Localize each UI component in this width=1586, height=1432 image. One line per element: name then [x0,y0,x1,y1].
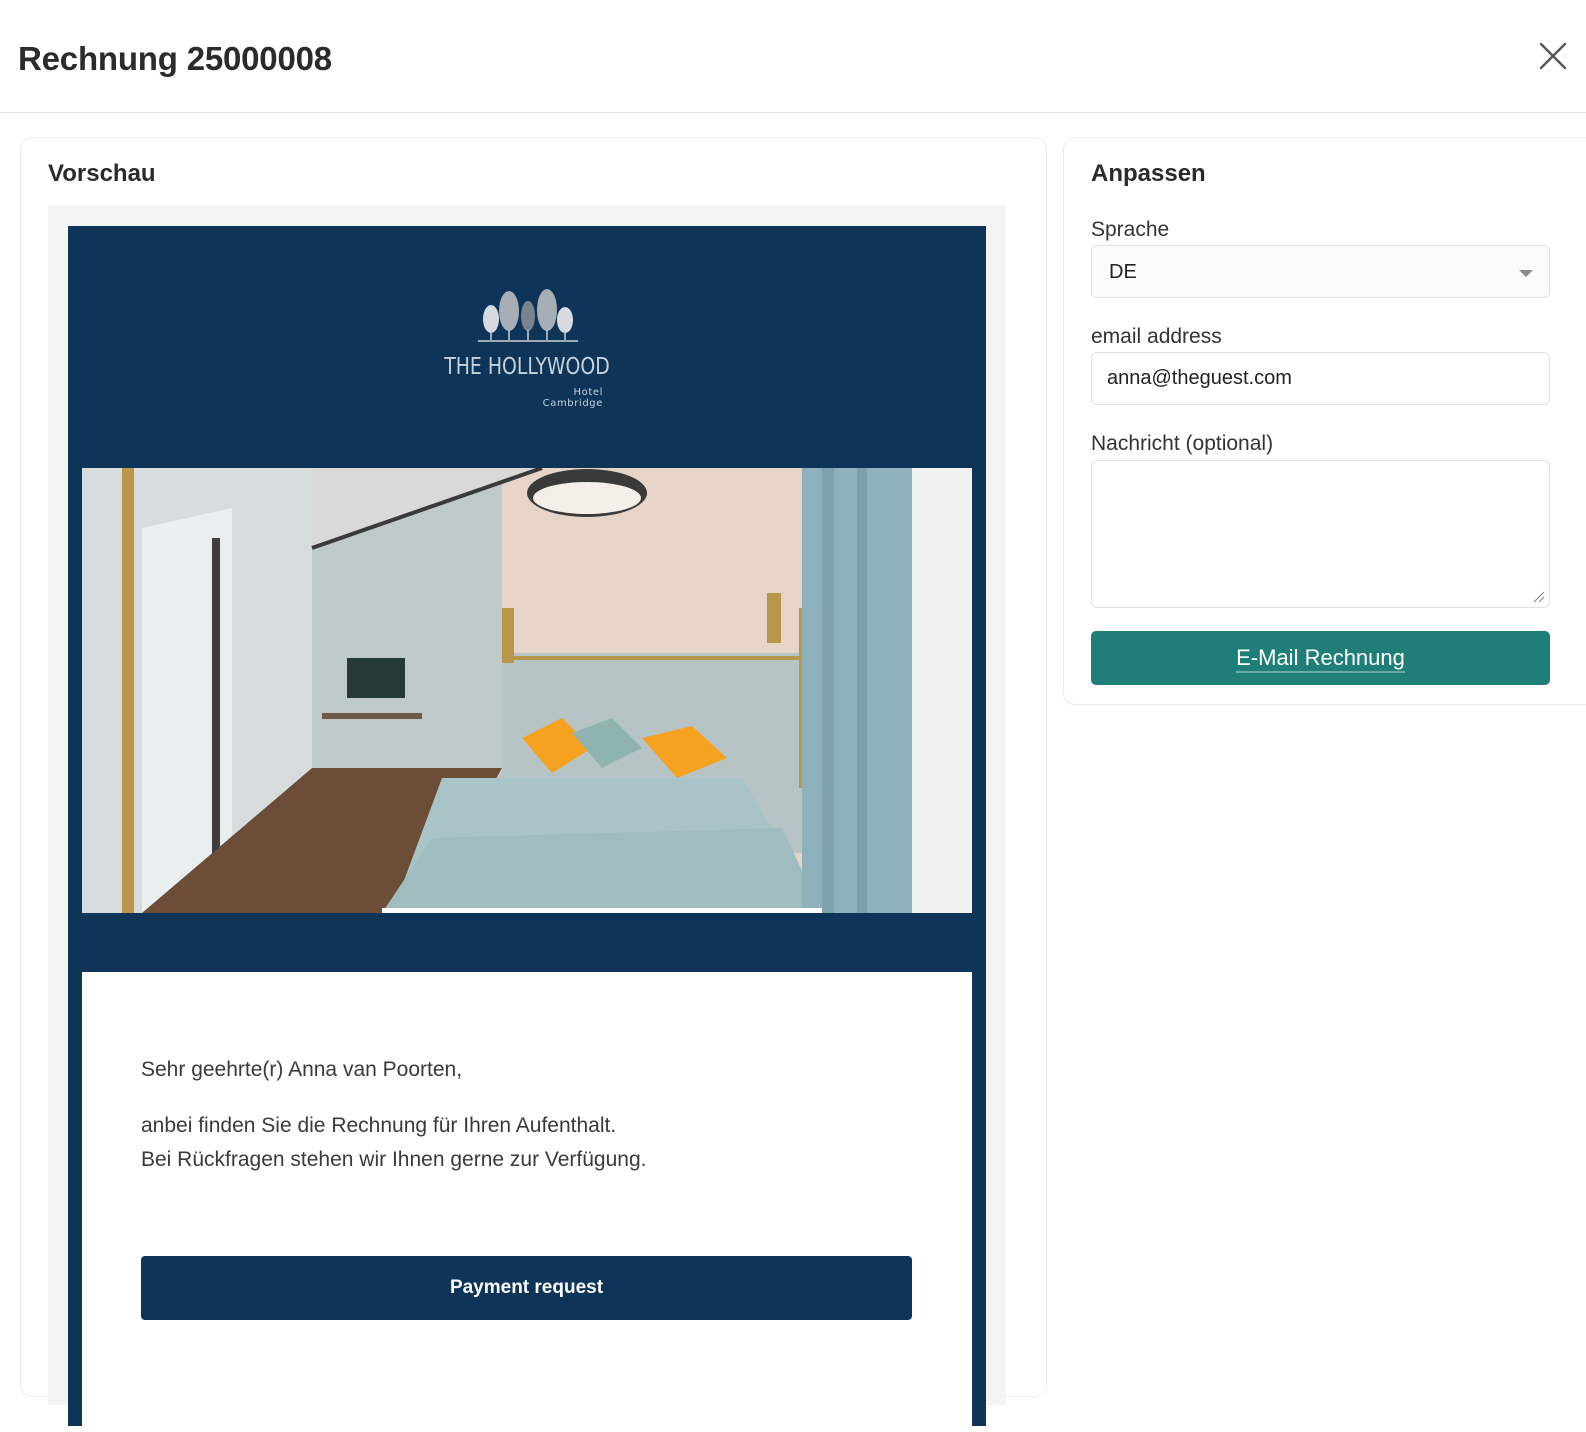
email-greeting: Sehr geehrte(r) Anna van Poorten, [141,1058,463,1081]
customize-panel: Anpassen Sprache DE email address anna@t… [1063,137,1586,705]
send-invoice-email-label: E-Mail Rechnung [1236,645,1405,673]
hotel-brand-sub: Hotel Cambridge [542,387,603,409]
language-value: DE [1109,261,1137,283]
resize-handle-icon[interactable] [1533,591,1545,603]
hotel-brand-name: THE HOLLYWOOD [444,354,610,380]
email-body-line: anbei finden Sie die Rechnung für Ihren … [141,1114,617,1137]
email-field[interactable]: anna@theguest.com [1091,352,1550,405]
preview-panel: Vorschau THE HOLLYWOOD Hotel Cambridge S… [20,137,1047,1432]
language-select[interactable]: DE [1091,245,1550,298]
send-invoice-email-button[interactable]: E-Mail Rechnung [1091,631,1550,685]
hotel-room-image [82,468,972,913]
dialog-header: Rechnung 25000008 [0,0,1586,113]
email-label: email address [1091,325,1222,348]
message-textarea[interactable] [1091,460,1550,608]
dialog-title: Rechnung 25000008 [18,40,332,77]
email-body: Sehr geehrte(r) Anna van Poorten, anbei … [82,972,972,1432]
payment-request-button[interactable]: Payment request [141,1256,912,1320]
preview-heading: Vorschau [48,160,156,187]
message-label: Nachricht (optional) [1091,432,1274,455]
close-icon[interactable] [1535,40,1569,74]
language-label: Sprache [1091,218,1170,241]
email-preview: THE HOLLYWOOD Hotel Cambridge Sehr geehr… [68,226,986,1432]
chevron-down-icon [1519,270,1533,277]
email-body-line: Bei Rückfragen stehen wir Ihnen gerne zu… [141,1148,647,1171]
customize-heading: Anpassen [1091,160,1206,187]
email-preview-frame: THE HOLLYWOOD Hotel Cambridge Sehr geehr… [48,205,1006,1432]
